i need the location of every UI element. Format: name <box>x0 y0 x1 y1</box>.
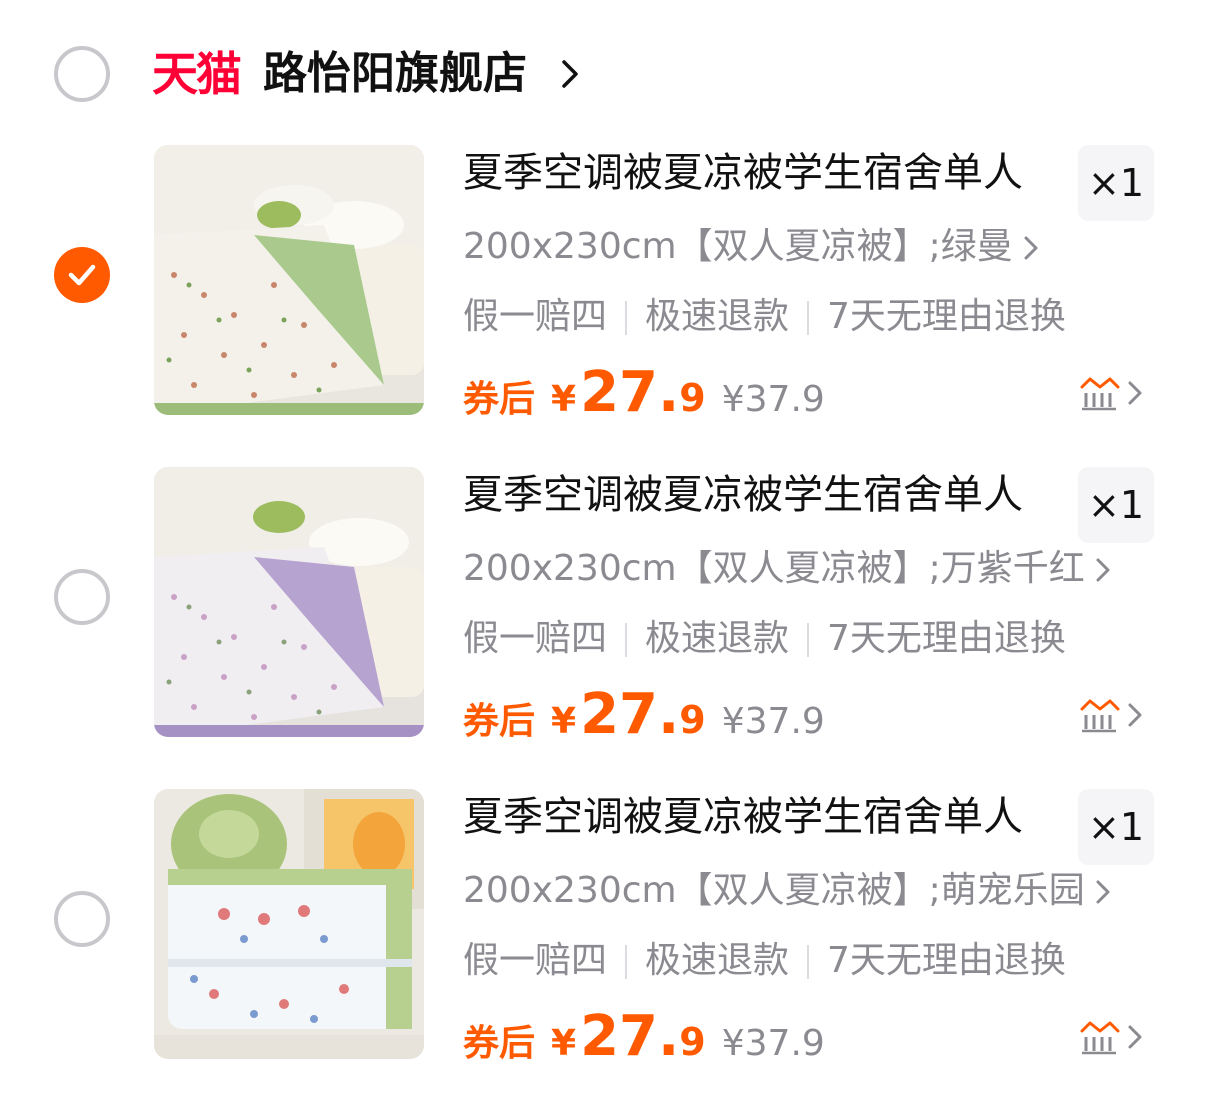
product-title[interactable]: 夏季空调被夏凉被学生宿舍单人 <box>463 145 1023 201</box>
divider <box>625 623 628 657</box>
chevron-right-icon <box>1096 558 1110 582</box>
price-row: 券后 ¥27.9 ¥37.9 <box>463 360 825 430</box>
shop-select-radio[interactable] <box>54 46 110 102</box>
divider <box>625 301 628 335</box>
chevron-right-icon <box>1096 880 1110 904</box>
item-select-radio[interactable] <box>54 247 110 303</box>
price-row: 券后 ¥27.9 ¥37.9 <box>463 682 825 752</box>
price-decimal: 9 <box>679 1020 706 1064</box>
sku-text: 200x230cm【双人夏凉被】;万紫千红 <box>463 548 1085 589</box>
product-title[interactable]: 夏季空调被夏凉被学生宿舍单人 <box>463 467 1023 523</box>
product-image[interactable] <box>154 145 424 415</box>
item-select-radio[interactable] <box>54 569 110 625</box>
sku-selector[interactable]: 200x230cm【双人夏凉被】;萌宠乐园 <box>463 865 1111 917</box>
service-tag: 极速退款 <box>645 940 790 981</box>
service-tag: 7天无理由退换 <box>827 618 1066 659</box>
product-title[interactable]: 夏季空调被夏凉被学生宿舍单人 <box>463 789 1023 845</box>
coupon-label: 券后 <box>463 379 536 420</box>
service-tags: 假一赔四 极速退款 7天无理由退换 <box>463 291 1066 343</box>
original-price: ¥37.9 <box>721 701 825 742</box>
price-integer: 27. <box>580 1004 680 1069</box>
divider <box>625 945 628 979</box>
service-tag: 假一赔四 <box>463 618 608 659</box>
quantity-badge[interactable]: ×1 <box>1078 145 1154 221</box>
sku-text: 200x230cm【双人夏凉被】;萌宠乐园 <box>463 870 1085 911</box>
service-tag: 极速退款 <box>645 296 790 337</box>
quantity-badge[interactable]: ×1 <box>1078 467 1154 543</box>
price-integer: 27. <box>580 360 680 425</box>
divider <box>807 301 810 335</box>
price-trend-icon[interactable] <box>1080 375 1146 411</box>
currency-symbol: ¥ <box>551 379 577 420</box>
service-tags: 假一赔四 极速退款 7天无理由退换 <box>463 613 1066 665</box>
chevron-right-icon <box>1024 236 1038 260</box>
sku-text: 200x230cm【双人夏凉被】;绿曼 <box>463 226 1013 267</box>
divider <box>807 945 810 979</box>
shop-name-link[interactable]: 路怡阳旗舰店 <box>263 44 527 104</box>
price-integer: 27. <box>580 682 680 747</box>
quantity-badge[interactable]: ×1 <box>1078 789 1154 865</box>
service-tag: 假一赔四 <box>463 940 608 981</box>
service-tags: 假一赔四 极速退款 7天无理由退换 <box>463 935 1066 987</box>
coupon-label: 券后 <box>463 701 536 742</box>
tmall-logo: 天猫 <box>152 47 242 101</box>
price-row: 券后 ¥27.9 ¥37.9 <box>463 1004 825 1074</box>
service-tag: 假一赔四 <box>463 296 608 337</box>
service-tag: 极速退款 <box>645 618 790 659</box>
product-image[interactable] <box>154 467 424 737</box>
cart-item: 夏季空调被夏凉被学生宿舍单人 ×1 200x230cm【双人夏凉被】;萌宠乐园 … <box>0 789 1206 1089</box>
sku-selector[interactable]: 200x230cm【双人夏凉被】;绿曼 <box>463 221 1039 273</box>
chevron-right-icon[interactable] <box>560 58 580 90</box>
currency-symbol: ¥ <box>551 701 577 742</box>
shop-header: 天猫 路怡阳旗舰店 <box>0 0 1206 140</box>
price-trend-icon[interactable] <box>1080 697 1146 733</box>
service-tag: 7天无理由退换 <box>827 296 1066 337</box>
item-select-radio[interactable] <box>54 891 110 947</box>
divider <box>807 623 810 657</box>
price-decimal: 9 <box>679 698 706 742</box>
product-image[interactable] <box>154 789 424 1059</box>
cart-item: 夏季空调被夏凉被学生宿舍单人 ×1 200x230cm【双人夏凉被】;绿曼 假一… <box>0 145 1206 445</box>
check-icon <box>68 264 96 286</box>
currency-symbol: ¥ <box>551 1023 577 1064</box>
service-tag: 7天无理由退换 <box>827 940 1066 981</box>
price-decimal: 9 <box>679 376 706 420</box>
original-price: ¥37.9 <box>721 1023 825 1064</box>
cart-item: 夏季空调被夏凉被学生宿舍单人 ×1 200x230cm【双人夏凉被】;万紫千红 … <box>0 467 1206 767</box>
price-trend-icon[interactable] <box>1080 1019 1146 1055</box>
coupon-label: 券后 <box>463 1023 536 1064</box>
original-price: ¥37.9 <box>721 379 825 420</box>
sku-selector[interactable]: 200x230cm【双人夏凉被】;万紫千红 <box>463 543 1111 595</box>
